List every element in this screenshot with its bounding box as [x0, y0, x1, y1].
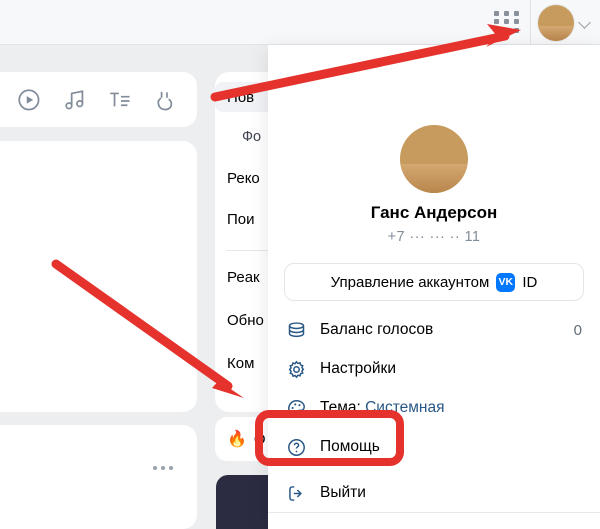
- nav-item-label: Нов: [227, 88, 255, 106]
- chevron-down-icon[interactable]: [580, 18, 590, 28]
- hand-gesture-icon[interactable]: [153, 87, 179, 113]
- nav-item-label: Ком: [227, 354, 255, 372]
- theme-value: Системная: [365, 399, 445, 416]
- menu-item-label: Выйти: [320, 484, 366, 501]
- menu-item-label: Баланс голосов: [320, 321, 434, 338]
- menu-item-logout[interactable]: Выйти: [268, 476, 600, 510]
- question-circle-icon: [286, 437, 307, 458]
- menu-item-label: Тема: Системная: [320, 399, 582, 417]
- account-dropdown: Ганс Андерсон +7 ··· ··· ·· 11 Управлени…: [268, 45, 600, 529]
- apps-grid-icon[interactable]: [494, 11, 521, 33]
- nav-item-label: Реко: [227, 169, 260, 187]
- nav-bottom-label: О: [253, 430, 266, 448]
- coins-stack-icon: [286, 320, 307, 341]
- fire-icon: 🔥: [227, 431, 247, 448]
- manage-account-label: Управление аккаунтом: [330, 273, 490, 291]
- gear-icon: [286, 359, 307, 380]
- profile-avatar[interactable]: [400, 125, 468, 193]
- menu-item-theme[interactable]: Тема: Системная: [268, 391, 600, 425]
- theme-prefix: Тема:: [320, 399, 366, 416]
- more-dots-icon[interactable]: [153, 466, 173, 470]
- user-avatar[interactable]: [537, 4, 575, 42]
- menu-item-label: Настройки: [320, 360, 397, 377]
- palette-icon: [286, 398, 307, 419]
- avatar-image: [538, 5, 574, 41]
- left-content-card-secondary: [0, 425, 197, 529]
- nav-item-label: Обно: [227, 311, 264, 329]
- nav-item-label: Пои: [227, 210, 255, 228]
- story-toolbar: [0, 72, 197, 127]
- nav-item-label: Реак: [227, 268, 260, 286]
- dropdown-menu-list: Баланс голосов 0 Настройки Тема: Системн…: [268, 313, 600, 510]
- screenshot-root: Нов Фо Реко Пои Реак Обно Ком 🔥 О Ганс А…: [0, 0, 600, 529]
- top-bar: [0, 0, 600, 45]
- play-circle-icon[interactable]: [16, 87, 42, 113]
- avatar-image-large: [400, 125, 468, 193]
- menu-item-help[interactable]: Помощь: [268, 430, 600, 464]
- logout-icon: [286, 483, 307, 504]
- topbar-divider: [530, 0, 531, 45]
- vk-logo-icon: VK: [496, 272, 516, 292]
- profile-phone: +7 ··· ··· ·· 11: [387, 229, 481, 245]
- dropdown-divider: [268, 512, 600, 513]
- menu-item-settings[interactable]: Настройки: [268, 352, 600, 386]
- vk-id-suffix: ID: [522, 273, 538, 291]
- music-note-icon[interactable]: [62, 87, 88, 113]
- menu-item-label: Помощь: [320, 438, 380, 455]
- menu-item-votes-balance[interactable]: Баланс голосов 0: [268, 313, 600, 347]
- votes-count: 0: [573, 321, 582, 339]
- nav-item-label: Фо: [242, 129, 262, 145]
- left-content-card: [0, 141, 197, 412]
- manage-account-button[interactable]: Управление аккаунтом VK ID: [284, 263, 584, 301]
- text-lines-icon[interactable]: [107, 87, 133, 113]
- profile-name: Ганс Андерсон: [370, 203, 498, 222]
